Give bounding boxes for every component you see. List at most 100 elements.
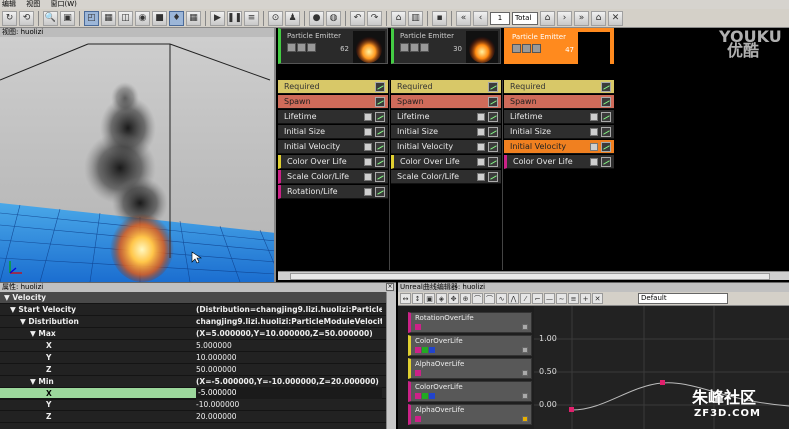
module-lifetime[interactable]: Lifetime — [278, 110, 388, 124]
graph-icon[interactable] — [375, 82, 385, 92]
graph-icon[interactable] — [488, 172, 498, 182]
graph-icon[interactable] — [488, 142, 498, 152]
property-row[interactable]: ▼ Start Velocity (Distribution=changjing9… — [0, 304, 396, 316]
graph-icon[interactable] — [375, 142, 385, 152]
module-initial-size[interactable]: Initial Size — [278, 125, 388, 139]
pan-icon[interactable]: ✥ — [448, 293, 459, 304]
property-row[interactable]: Y 10.000000 — [0, 352, 396, 364]
color-icon[interactable]: ● — [309, 10, 324, 26]
graph-icon[interactable] — [488, 127, 498, 137]
auto-clamped-icon[interactable]: ⌒ — [484, 293, 495, 304]
thumbnail-icon[interactable]: ▣ — [60, 10, 75, 26]
redo-icon[interactable]: ↷ — [367, 10, 382, 26]
module-initial-velocity-selected[interactable]: Initial Velocity — [504, 140, 614, 154]
realtime-icon[interactable]: ♟ — [285, 10, 300, 26]
menu-edit[interactable]: 编辑 — [2, 0, 16, 8]
property-row[interactable]: ▼ Max (X=5.000000,Y=10.000000,Z=50.000000… — [0, 328, 396, 340]
floor-icon[interactable]: ♦ — [169, 10, 184, 26]
property-row[interactable]: ▼ Velocity — [0, 292, 396, 304]
flatten-icon[interactable]: — — [544, 293, 555, 304]
graph-icon[interactable] — [375, 187, 385, 197]
module-required[interactable]: Required — [278, 80, 388, 94]
property-row[interactable]: X 5.000000 — [0, 340, 396, 352]
lod-delete-icon[interactable]: ✕ — [608, 10, 623, 26]
loop-icon[interactable]: ⊙ — [268, 10, 283, 26]
lod-mode-select[interactable]: Total — [512, 11, 538, 25]
module-lifetime[interactable]: Lifetime — [391, 110, 501, 124]
lod-first-icon[interactable]: « — [456, 10, 471, 26]
enable-checkbox[interactable] — [477, 158, 485, 166]
tab-select[interactable]: Default — [638, 293, 728, 304]
grid-icon[interactable]: ▦ — [186, 10, 201, 26]
enable-checkbox[interactable] — [364, 113, 372, 121]
graph-icon[interactable] — [375, 172, 385, 182]
auto-icon[interactable]: ⌒ — [472, 293, 483, 304]
module-initial-velocity[interactable]: Initial Velocity — [391, 140, 501, 154]
pause-icon[interactable]: ❚❚ — [227, 10, 242, 26]
enable-checkbox[interactable] — [477, 128, 485, 136]
zoom-icon[interactable]: ⊕ — [460, 293, 471, 304]
scroll-thumb[interactable] — [290, 273, 770, 280]
value-input[interactable]: -5.000000 — [196, 387, 382, 399]
browse-icon[interactable]: 🔍 — [43, 10, 58, 26]
level-icon[interactable]: ▥ — [408, 10, 423, 26]
fit-selected-icon[interactable]: ◈ — [436, 293, 447, 304]
toggle-icon[interactable] — [512, 44, 521, 53]
create-tab-icon[interactable]: + — [580, 293, 591, 304]
lod-regen-icon[interactable]: ⌂ — [591, 10, 606, 26]
background-color-icon[interactable]: ■ — [152, 10, 167, 26]
bounds-icon[interactable]: ◫ — [118, 10, 133, 26]
preview-viewport[interactable]: 视图: huolizi — [0, 28, 276, 282]
curve-track[interactable]: AlphaOverLife — [408, 404, 532, 425]
fit-vertical-icon[interactable]: ↕ — [412, 293, 423, 304]
render-mode-icon[interactable] — [522, 44, 531, 53]
visibility-toggle[interactable] — [522, 370, 528, 376]
graph-icon[interactable] — [601, 112, 611, 122]
curve-icon[interactable] — [532, 44, 541, 53]
restart-sim-icon[interactable]: ↻ — [2, 10, 17, 26]
property-row[interactable]: Z 20.000000 — [0, 411, 396, 423]
enable-checkbox[interactable] — [477, 173, 485, 181]
fit-all-icon[interactable]: ▣ — [424, 293, 435, 304]
undo-icon[interactable]: ↶ — [350, 10, 365, 26]
module-initial-size[interactable]: Initial Size — [504, 125, 614, 139]
lod-add-icon[interactable]: ⌂ — [540, 10, 555, 26]
enable-checkbox[interactable] — [364, 128, 372, 136]
user-icon[interactable]: ∿ — [496, 293, 507, 304]
toggle-icon[interactable] — [400, 43, 409, 52]
enable-checkbox[interactable] — [590, 143, 598, 151]
orbit-mode-icon[interactable]: ◰ — [84, 10, 99, 26]
visibility-toggle[interactable] — [522, 393, 528, 399]
render-mode-icon[interactable] — [410, 43, 419, 52]
module-color-over-life[interactable]: Color Over Life — [391, 155, 501, 169]
curve-icon[interactable] — [420, 43, 429, 52]
module-required[interactable]: Required — [391, 80, 501, 94]
emitter-header[interactable]: Particle Emitter 30 — [391, 28, 501, 64]
curve-track[interactable]: RotationOverLife — [408, 312, 532, 333]
menu-view[interactable]: 视图 — [26, 0, 40, 8]
graph-icon[interactable] — [488, 112, 498, 122]
properties-scrollbar[interactable] — [386, 292, 396, 429]
enable-checkbox[interactable] — [364, 143, 372, 151]
toggle-icon[interactable] — [287, 43, 296, 52]
graph-icon[interactable] — [488, 157, 498, 167]
module-spawn[interactable]: Spawn — [391, 95, 501, 109]
render-mode-icon[interactable] — [297, 43, 306, 52]
curve-track[interactable]: AlphaOverLife — [408, 358, 532, 379]
enable-checkbox[interactable] — [590, 158, 598, 166]
module-scale-color-life[interactable]: Scale Color/Life — [391, 170, 501, 184]
speed-icon[interactable]: ≡ — [244, 10, 259, 26]
module-required[interactable]: Required — [504, 80, 614, 94]
graph-icon[interactable] — [601, 142, 611, 152]
enable-checkbox[interactable] — [477, 143, 485, 151]
lod-last-icon[interactable]: » — [574, 10, 589, 26]
visibility-toggle[interactable] — [522, 347, 528, 353]
enable-checkbox[interactable] — [477, 113, 485, 121]
origin-icon[interactable]: ◉ — [135, 10, 150, 26]
module-initial-size[interactable]: Initial Size — [391, 125, 501, 139]
break-icon[interactable]: ⋀ — [508, 293, 519, 304]
lod-prev-icon[interactable]: ‹ — [473, 10, 488, 26]
play-icon[interactable]: ▶ — [210, 10, 225, 26]
graph-icon[interactable] — [375, 112, 385, 122]
module-color-over-life[interactable]: Color Over Life — [504, 155, 614, 169]
